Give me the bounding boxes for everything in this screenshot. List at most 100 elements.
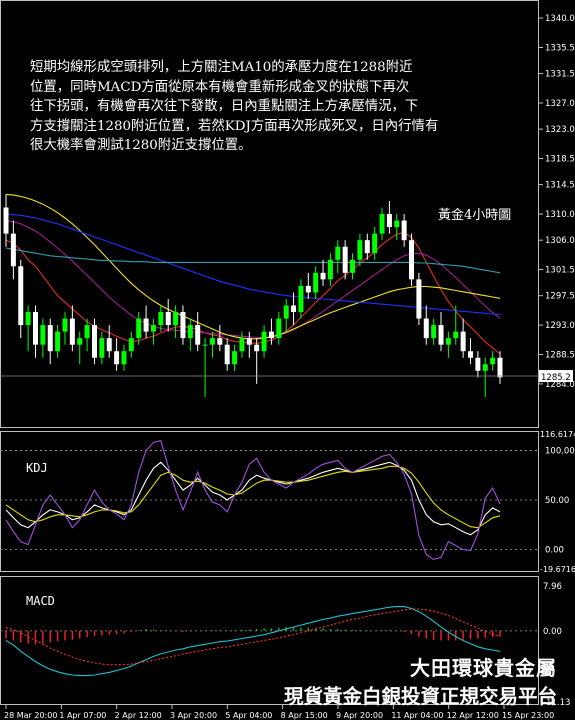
candle-body <box>364 240 370 254</box>
candle-body <box>25 312 31 326</box>
candle-body <box>416 279 422 319</box>
candle-body <box>379 214 385 234</box>
candle-body <box>335 246 341 260</box>
candle <box>409 233 415 286</box>
candle-body <box>77 338 83 345</box>
candle-body <box>372 233 378 254</box>
time-tick-label: 9 Apr 20:00 <box>336 711 383 720</box>
price-tick-label: 1314.5 <box>545 181 575 191</box>
candle-body <box>106 338 112 352</box>
candle-body <box>47 325 53 352</box>
candle-body <box>283 305 289 319</box>
price-tick-label: 1331.5 <box>545 70 575 80</box>
candle-body <box>180 312 186 339</box>
candle-body <box>453 331 459 339</box>
candle-body <box>114 351 120 365</box>
candle-body <box>460 331 466 352</box>
candle <box>416 272 422 326</box>
candle-body <box>438 325 444 345</box>
candle-body <box>121 351 127 365</box>
candle-body <box>195 325 201 345</box>
time-tick-label: 15 Apr 23:00 <box>502 711 554 720</box>
chart-title: 黃金4小時圖 <box>438 208 512 223</box>
candle-body <box>62 318 68 332</box>
candle-body <box>298 285 304 313</box>
candle-body <box>18 266 24 326</box>
candle-body <box>482 364 488 371</box>
candle-body <box>445 338 451 345</box>
price-tick-label: 1293.0 <box>545 321 575 331</box>
kdj-min-label: -19.6716 <box>540 565 575 574</box>
candle-body <box>3 207 9 234</box>
price-tick-label: 1288.5 <box>545 350 575 360</box>
candle-body <box>327 259 333 280</box>
kdj-tick-label: 50.00 <box>545 496 569 506</box>
candle-body <box>490 357 496 365</box>
annotation-line-1: 短期均線形成空頭排列，上方關注MA10的承壓力度在1288附近 <box>30 60 413 75</box>
candle-body <box>202 344 208 346</box>
candle-body <box>239 338 245 352</box>
candle-body <box>165 312 171 326</box>
price-tick-label: 1297.5 <box>545 292 575 302</box>
price-tick-label: 1306.0 <box>545 236 575 246</box>
kdj-tick-label: 0.00 <box>545 546 564 556</box>
candle-body <box>254 344 260 352</box>
candle-body <box>276 318 282 339</box>
candle-body <box>224 344 230 365</box>
price-tick-label: 1310.0 <box>545 210 575 220</box>
candle-body <box>32 312 38 345</box>
kdj-max-label: 116.6174 <box>540 430 575 439</box>
macd-tick-label: 7.96 <box>543 582 562 592</box>
candle-body <box>431 325 437 339</box>
price-tick-label: 1284.0 <box>545 380 575 390</box>
candle-body <box>261 331 267 352</box>
macd-tick-label: 0.00 <box>543 627 562 637</box>
time-tick-label: 2 Apr 12:00 <box>115 711 162 720</box>
kdj-tick-label: 100.00 <box>545 446 575 456</box>
candle-body <box>136 318 142 339</box>
price-tick-label: 1301.5 <box>545 266 575 276</box>
candle-body <box>268 331 274 339</box>
brand-name: 大田環球貴金屬 <box>410 656 557 680</box>
price-tick-label: 1323.0 <box>545 125 575 135</box>
price-tick-label: 1335.5 <box>545 43 575 53</box>
candle-body <box>497 357 503 378</box>
annotation-line-2: 位置，同時MACD方面從原本有機會重新形成金叉的狀態下再次 <box>30 79 410 95</box>
brand-tagline: 現貨黃金白銀投資正規交易平台 <box>283 685 557 708</box>
time-tick-label: 1 Apr 07:00 <box>59 711 106 720</box>
candle-body <box>423 318 429 339</box>
candle-body <box>128 338 134 352</box>
candle-body <box>40 325 46 345</box>
time-tick-label: 3 Apr 20:00 <box>170 711 217 720</box>
candle-body <box>350 259 356 273</box>
annotation-line-4: 方支撐關注1280附近位置，若然KDJ方面再次形成死叉，日內行情有 <box>30 118 439 134</box>
candle-body <box>158 312 164 326</box>
analysis-annotation: 短期均線形成空頭排列，上方關注MA10的承壓力度在1288附近 位置，同時MAC… <box>30 58 510 156</box>
time-tick-label: 11 Apr 04:00 <box>391 711 443 720</box>
candle-body <box>305 285 311 293</box>
time-tick-label: 8 Apr 15:00 <box>281 711 328 720</box>
candle-body <box>291 305 297 313</box>
candle-body <box>143 318 149 332</box>
candle <box>91 318 97 365</box>
candle-body <box>209 338 215 345</box>
annotation-line-5: 很大機率會測試1280附近支撐位置。 <box>30 138 252 153</box>
candle-body <box>91 325 97 358</box>
candle-body <box>357 240 363 260</box>
candle-body <box>173 312 179 326</box>
price-tick-label: 1340.0 <box>545 14 575 24</box>
candle-body <box>342 246 348 273</box>
candle-body <box>409 240 415 280</box>
time-tick-label: 12 Apr 12:00 <box>447 711 499 720</box>
candle-body <box>401 220 407 241</box>
candle-body <box>386 214 392 228</box>
candle-body <box>475 357 481 371</box>
candle-body <box>313 272 319 293</box>
candle-body <box>99 338 105 358</box>
time-tick-label: 28 Mar 20:00 <box>4 711 57 720</box>
candle-body <box>69 318 75 345</box>
candle-body <box>10 233 16 267</box>
price-tick-label: 1327.0 <box>545 99 575 109</box>
candle-body <box>217 338 223 345</box>
candle-body <box>320 272 326 280</box>
